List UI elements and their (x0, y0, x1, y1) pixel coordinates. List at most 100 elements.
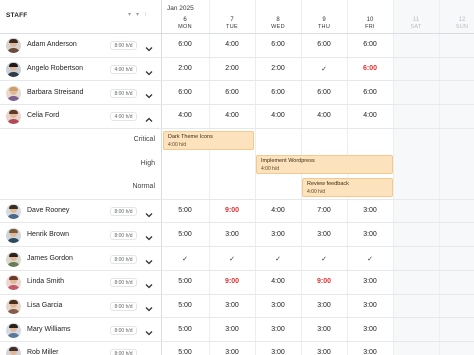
expand-chevron-down-icon[interactable] (144, 207, 154, 218)
expand-chevron-down-icon[interactable] (144, 349, 154, 355)
staff-row: Barbara Streisand 8:00 h/d 6:00 6:00 6:00 6:0… (0, 81, 474, 106)
day-hours-cell[interactable]: 5:00 (162, 207, 208, 214)
task-bar[interactable]: Implement Wordpress 4:00 h/d (256, 154, 393, 174)
expand-chevron-down-icon[interactable] (144, 301, 154, 312)
day-hours-cell[interactable]: 6:00 (209, 89, 255, 96)
day-hours-cell[interactable]: 3:00 (347, 326, 393, 333)
day-hours-cell[interactable]: 6:00 (255, 41, 301, 48)
expand-chevron-down-icon[interactable] (144, 41, 154, 52)
day-hours-cell[interactable]: 5:00 (162, 278, 208, 285)
staff-name[interactable]: Henrik Brown (27, 231, 69, 238)
staff-name[interactable]: Adam Anderson (27, 41, 77, 48)
day-complete-check[interactable]: ✓ (347, 255, 393, 263)
avatar[interactable] (6, 251, 21, 267)
day-hours-cell[interactable]: 9:00 (301, 278, 347, 285)
sort-name-icon[interactable]: ▾ (136, 11, 139, 19)
avatar[interactable] (6, 109, 21, 125)
day-hours-cell[interactable]: 9:00 (209, 207, 255, 214)
day-hours-cell[interactable]: 4:00 (347, 112, 393, 119)
day-hours-cell[interactable]: 6:00 (301, 89, 347, 96)
day-hours-cell[interactable]: 3:00 (255, 349, 301, 355)
avatar[interactable] (6, 85, 21, 101)
day-hours-cell[interactable]: 5:00 (162, 326, 208, 333)
day-hours-cell[interactable]: 3:00 (255, 231, 301, 238)
staff-name[interactable]: Rob Miller (27, 349, 59, 355)
day-complete-check[interactable]: ✓ (209, 255, 255, 263)
task-hours: 4:00 h/d (261, 165, 280, 172)
day-hours-cell[interactable]: 3:00 (347, 207, 393, 214)
day-hours-cell[interactable]: 3:00 (209, 349, 255, 355)
day-hours-cell[interactable]: 3:00 (347, 278, 393, 285)
day-complete-check[interactable]: ✓ (301, 65, 347, 73)
avatar[interactable] (6, 346, 21, 355)
day-name: FRI (365, 24, 375, 30)
staff-name[interactable]: Lisa Garcia (27, 302, 62, 309)
day-hours-cell[interactable]: 3:00 (301, 302, 347, 309)
collapse-chevron-up-icon[interactable] (144, 112, 154, 122)
day-hours-cell[interactable]: 6:00 (162, 41, 208, 48)
day-complete-check[interactable]: ✓ (255, 255, 301, 263)
expand-chevron-down-icon[interactable] (144, 278, 154, 289)
day-hours-cell[interactable]: 4:00 (255, 207, 301, 214)
day-hours-cell[interactable]: 3:00 (347, 349, 393, 355)
sort-descending-icon[interactable]: ▾ (128, 11, 131, 19)
day-hours-cell[interactable]: 3:00 (347, 231, 393, 238)
day-hours-cell[interactable]: 5:00 (162, 302, 208, 309)
day-hours-cell[interactable]: 6:00 (347, 65, 393, 72)
day-hours-cell[interactable]: 4:00 (162, 112, 208, 119)
day-hours-cell[interactable]: 6:00 (255, 89, 301, 96)
day-hours-cell[interactable]: 3:00 (301, 231, 347, 238)
day-hours-cell[interactable]: 2:00 (255, 65, 301, 72)
day-hours-cell[interactable]: 6:00 (301, 41, 347, 48)
expand-chevron-down-icon[interactable] (144, 230, 154, 241)
day-hours-cell[interactable]: 3:00 (301, 326, 347, 333)
day-name: MON (178, 24, 192, 30)
avatar[interactable] (6, 227, 21, 243)
sort-ascending-icon[interactable]: ↑ (144, 11, 147, 19)
day-complete-check[interactable]: ✓ (301, 255, 347, 263)
avatar[interactable] (6, 275, 21, 291)
avatar[interactable] (6, 322, 21, 338)
day-hours-cell[interactable]: 3:00 (347, 302, 393, 309)
day-hours-cell[interactable]: 5:00 (162, 231, 208, 238)
day-hours-cell[interactable]: 6:00 (347, 41, 393, 48)
staff-name[interactable]: Barbara Streisand (27, 89, 83, 96)
avatar[interactable] (6, 204, 21, 220)
day-hours-cell[interactable]: 3:00 (301, 349, 347, 355)
day-hours-cell[interactable]: 9:00 (209, 278, 255, 285)
day-hours-cell[interactable]: 4:00 (301, 112, 347, 119)
expand-chevron-down-icon[interactable] (144, 325, 154, 336)
staff-name[interactable]: James Gordon (27, 255, 73, 262)
staff-name[interactable]: Celia Ford (27, 112, 59, 119)
day-header-sun: 12 SUN (439, 17, 474, 31)
day-hours-cell[interactable]: 4:00 (209, 41, 255, 48)
day-hours-cell[interactable]: 3:00 (209, 326, 255, 333)
day-hours-cell[interactable]: 6:00 (162, 89, 208, 96)
staff-name[interactable]: Dave Rooney (27, 207, 69, 214)
day-complete-check[interactable]: ✓ (162, 255, 208, 263)
day-hours-cell[interactable]: 5:00 (162, 349, 208, 355)
day-hours-cell[interactable]: 3:00 (209, 231, 255, 238)
expand-chevron-down-icon[interactable] (144, 254, 154, 265)
day-hours-cell[interactable]: 6:00 (347, 89, 393, 96)
day-hours-cell[interactable]: 2:00 (209, 65, 255, 72)
day-hours-cell[interactable]: 3:00 (209, 302, 255, 309)
day-hours-cell[interactable]: 4:00 (255, 278, 301, 285)
task-bar[interactable]: Dark Theme Icons 4:00 h/d (163, 131, 254, 151)
staff-name[interactable]: Angelo Robertson (27, 65, 83, 72)
task-bar[interactable]: Review feedback 4:00 h/d (302, 178, 393, 198)
day-hours-cell[interactable]: 3:00 (255, 302, 301, 309)
day-hours-cell[interactable]: 4:00 (255, 112, 301, 119)
staff-name[interactable]: Linda Smith (27, 278, 64, 285)
expand-chevron-down-icon[interactable] (144, 65, 154, 75)
staff-name[interactable]: Mary Williams (27, 326, 71, 333)
day-hours-cell[interactable]: 4:00 (209, 112, 255, 119)
avatar[interactable] (6, 298, 21, 314)
day-hours-cell[interactable]: 7:00 (301, 207, 347, 214)
day-header-tue: 7 TUE (209, 17, 255, 31)
day-hours-cell[interactable]: 2:00 (162, 65, 208, 72)
avatar[interactable] (6, 62, 21, 78)
avatar[interactable] (6, 38, 21, 54)
day-hours-cell[interactable]: 3:00 (255, 326, 301, 333)
expand-chevron-down-icon[interactable] (144, 88, 154, 99)
